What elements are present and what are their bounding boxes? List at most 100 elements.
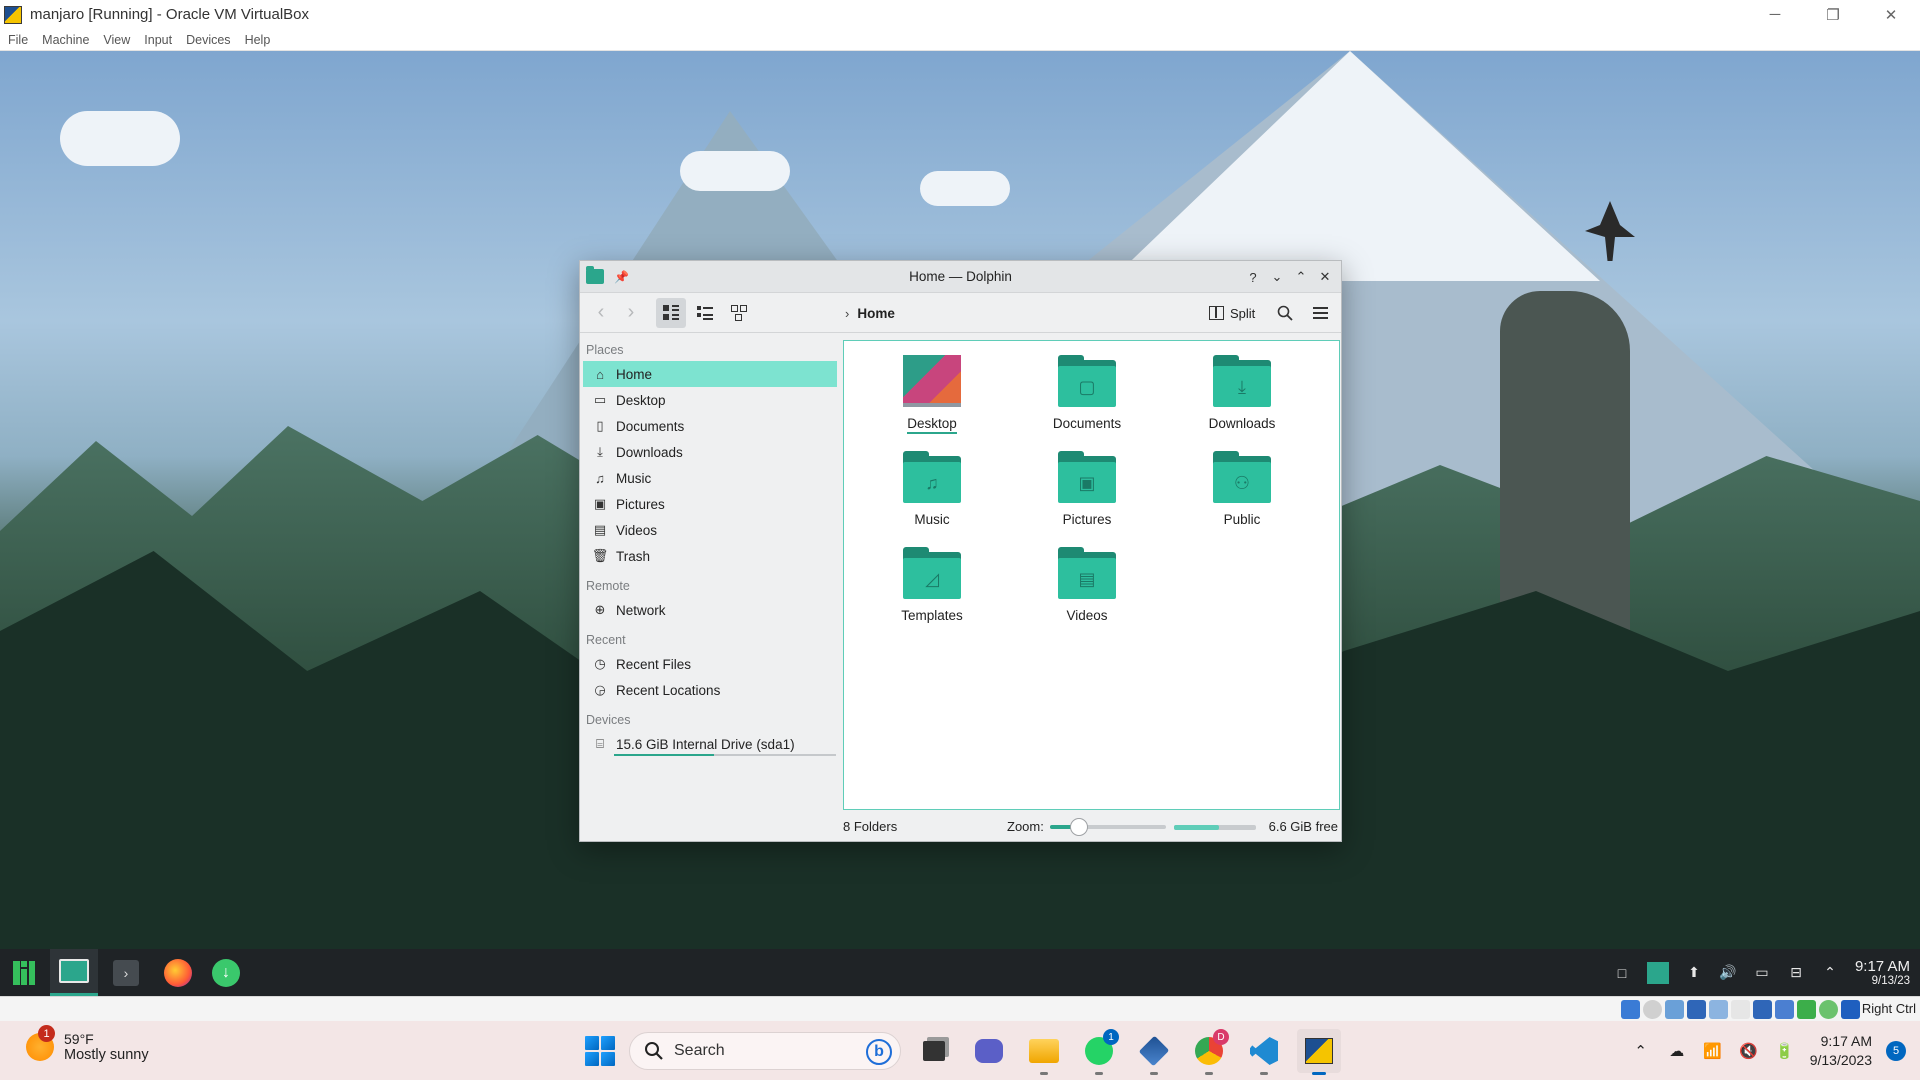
restore-button[interactable]: ❐ <box>1804 0 1862 29</box>
menu-file[interactable]: File <box>8 33 28 47</box>
file-label: Music <box>914 512 950 527</box>
file-item-documents[interactable]: ▢ Documents <box>1027 351 1147 441</box>
back-button[interactable]: ‹ <box>586 299 616 327</box>
taskbar-virtualbox-vm[interactable] <box>1297 1029 1341 1075</box>
volume-muted-icon[interactable]: 🔇 <box>1738 1040 1760 1062</box>
close-button[interactable]: ✕ <box>1862 0 1920 29</box>
recording-icon[interactable] <box>1775 1000 1794 1019</box>
file-item-pictures[interactable]: ▣ Pictures <box>1027 447 1147 537</box>
music-icon: ♫ <box>595 470 605 486</box>
places-item-videos[interactable]: ▤ Videos <box>583 517 837 543</box>
taskbar-search[interactable]: Search b <box>629 1032 901 1070</box>
dolphin-titlebar[interactable]: 📌 Home — Dolphin ? ⌄ ⌃ ✕ <box>580 261 1341 293</box>
forward-button[interactable]: › <box>616 299 646 327</box>
places-item-music[interactable]: ♫ Music <box>583 465 837 491</box>
taskbar-dolphin[interactable] <box>50 949 98 996</box>
file-view[interactable]: Desktop ▢ Documents ⤓ Downloads ♫ Music … <box>843 340 1340 810</box>
menu-devices[interactable]: Devices <box>186 33 230 47</box>
display-icon[interactable] <box>1753 1000 1772 1019</box>
taskbar-task-view[interactable] <box>912 1029 956 1073</box>
guest-additions-icon[interactable] <box>1819 1000 1838 1019</box>
audio-icon[interactable] <box>1665 1000 1684 1019</box>
places-item-pictures[interactable]: ▣ Pictures <box>583 491 837 517</box>
menu-help[interactable]: Help <box>245 33 271 47</box>
onedrive-icon[interactable]: ☁ <box>1666 1040 1688 1062</box>
file-item-music[interactable]: ♫ Music <box>872 447 992 537</box>
shared-folders-icon[interactable] <box>1731 1000 1750 1019</box>
zoom-label: Zoom: <box>1007 818 1044 834</box>
running-indicator <box>1040 1072 1048 1075</box>
zoom-slider-handle[interactable] <box>1070 818 1088 836</box>
taskbar-software-manager[interactable]: ↓ <box>202 949 250 996</box>
hamburger-menu-button[interactable] <box>1305 298 1335 328</box>
show-desktop-icon[interactable]: □ <box>1613 964 1631 982</box>
optical-drive-icon[interactable] <box>1643 1000 1662 1019</box>
places-item-desktop[interactable]: ▭ Desktop <box>583 387 837 413</box>
places-item-downloads[interactable]: ⤓ Downloads <box>583 439 837 465</box>
chevron-right-icon[interactable]: › <box>845 306 849 321</box>
chevron-up-icon[interactable]: ⌃ <box>1630 1040 1652 1062</box>
volume-icon[interactable]: 🔊 <box>1719 964 1737 982</box>
taskbar-teams[interactable] <box>967 1029 1011 1073</box>
places-item-documents[interactable]: ▯ Documents <box>583 413 837 439</box>
icons-view-button[interactable] <box>656 297 686 328</box>
menu-machine[interactable]: Machine <box>42 33 89 47</box>
pin-icon[interactable]: 📌 <box>614 270 629 284</box>
taskbar-virtualbox[interactable] <box>1132 1029 1176 1075</box>
battery-icon[interactable]: 🔋 <box>1774 1040 1796 1062</box>
bing-icon[interactable]: b <box>866 1039 892 1065</box>
battery-icon[interactable]: ▭ <box>1753 964 1771 982</box>
taskbar-firefox[interactable] <box>154 949 202 996</box>
menu-view[interactable]: View <box>103 33 130 47</box>
split-button[interactable]: Split <box>1205 298 1259 328</box>
wifi-icon[interactable]: 📶 <box>1702 1040 1724 1062</box>
maximize-button[interactable]: ⌃ <box>1291 267 1311 287</box>
application-launcher[interactable] <box>0 949 48 996</box>
taskbar-file-explorer[interactable] <box>1022 1029 1066 1075</box>
file-item-downloads[interactable]: ⤓ Downloads <box>1182 351 1302 441</box>
taskbar-konsole[interactable]: › <box>102 949 150 996</box>
network-icon[interactable]: ⊟ <box>1787 964 1805 982</box>
menu-input[interactable]: Input <box>144 33 172 47</box>
places-item-recent-locations[interactable]: ◶ Recent Locations <box>583 677 837 703</box>
help-button[interactable]: ? <box>1243 267 1263 287</box>
zoom-slider[interactable] <box>1050 818 1166 836</box>
hard-disk-icon[interactable] <box>1621 1000 1640 1019</box>
running-indicator <box>1205 1072 1213 1075</box>
places-item-recent-files[interactable]: ◷ Recent Files <box>583 651 837 677</box>
file-item-public[interactable]: ⚇ Public <box>1182 447 1302 537</box>
start-button[interactable] <box>582 1033 618 1069</box>
guest-time: 9:17 AM <box>1854 958 1910 975</box>
weather-widget[interactable]: 1 59°F Mostly sunny <box>26 1025 149 1063</box>
taskbar-chrome[interactable]: D <box>1187 1029 1231 1075</box>
close-button[interactable]: ✕ <box>1315 267 1335 287</box>
breadcrumb-home[interactable]: Home <box>857 306 895 321</box>
usb-icon[interactable] <box>1709 1000 1728 1019</box>
search-button[interactable] <box>1270 298 1300 328</box>
details-view-button[interactable] <box>690 298 720 328</box>
places-item-drive[interactable]: ⌸ 15.6 GiB Internal Drive (sda1) <box>583 731 837 757</box>
guest-clock[interactable]: 9:17 AM 9/13/23 <box>1855 958 1910 987</box>
chrome-profile-badge: D <box>1213 1029 1229 1045</box>
places-item-home[interactable]: ⌂ Home <box>583 361 837 387</box>
templates-folder-icon: ◿ <box>903 547 961 599</box>
places-item-trash[interactable]: 🗑 Trash <box>583 543 837 569</box>
notification-badge[interactable]: 5 <box>1886 1040 1906 1061</box>
cpu-activity-icon[interactable] <box>1797 1000 1816 1019</box>
network-adapter-icon[interactable] <box>1687 1000 1706 1019</box>
file-item-desktop[interactable]: Desktop <box>872 351 992 441</box>
taskbar-whatsapp[interactable]: 1 <box>1077 1029 1121 1075</box>
tree-view-button[interactable] <box>724 298 754 328</box>
pager-icon[interactable] <box>1646 961 1669 984</box>
shade-button[interactable]: ⌄ <box>1267 267 1287 287</box>
file-item-videos[interactable]: ▤ Videos <box>1027 543 1147 633</box>
places-item-network[interactable]: ⊕ Network <box>583 597 837 623</box>
updates-icon[interactable]: ⬆ <box>1685 964 1703 982</box>
file-item-templates[interactable]: ◿ Templates <box>872 543 992 633</box>
chevron-up-icon[interactable]: ⌃ <box>1821 964 1839 982</box>
windows-clock[interactable]: 9:17 AM 9/13/2023 <box>1810 1032 1872 1070</box>
guest-desktop[interactable]: 📌 Home — Dolphin ? ⌄ ⌃ ✕ ‹ › › Home Spli… <box>0 51 1920 951</box>
minimize-button[interactable]: ─ <box>1746 0 1804 29</box>
mouse-integration-icon[interactable] <box>1841 1000 1860 1019</box>
taskbar-vscode[interactable] <box>1242 1029 1286 1075</box>
